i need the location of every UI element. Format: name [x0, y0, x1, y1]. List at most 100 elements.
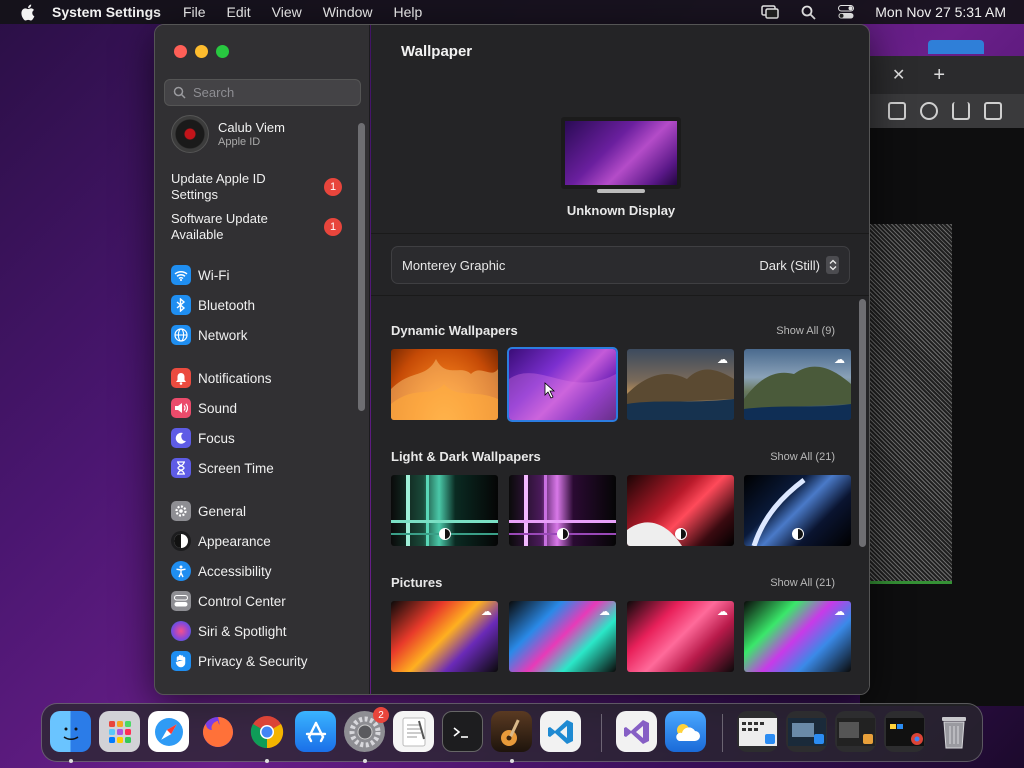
- search-input[interactable]: [193, 85, 353, 100]
- sidebar-item-appearance[interactable]: Appearance: [171, 530, 271, 552]
- dock-visual-studio-icon[interactable]: [616, 711, 657, 752]
- dock-textedit-icon[interactable]: [393, 711, 434, 752]
- dock-app-store-icon[interactable]: [295, 711, 336, 752]
- dock-system-settings-icon[interactable]: 2: [344, 707, 389, 752]
- search-icon: [173, 86, 186, 99]
- wallpaper-thumb-picture-2[interactable]: ☁: [509, 601, 616, 672]
- sidebar-item-general[interactable]: General: [171, 500, 246, 522]
- cloud-download-icon: ☁: [834, 606, 845, 618]
- sidebar-item-label: General: [198, 503, 247, 519]
- menu-clock[interactable]: Mon Nov 27 5:31 AM: [875, 4, 1006, 20]
- dock-minimized-window-1[interactable]: [737, 711, 778, 752]
- sidebar-item-wifi[interactable]: Wi-Fi: [171, 264, 229, 286]
- wallpaper-thumb-imac-blue[interactable]: [744, 475, 851, 546]
- show-all-dynamic-button[interactable]: Show All (9): [776, 325, 835, 337]
- sidebar-item-label: Bluetooth: [198, 297, 256, 313]
- window-controls: [174, 45, 229, 58]
- menu-help[interactable]: Help: [394, 4, 423, 20]
- sidebar-item-network[interactable]: Network: [171, 324, 248, 346]
- sidebar-search: [164, 79, 361, 106]
- dock-garageband-icon[interactable]: [491, 711, 532, 752]
- appearance-icon: [171, 531, 191, 551]
- siri-icon: [171, 621, 191, 641]
- dock-chrome-icon[interactable]: [246, 711, 287, 752]
- chevron-up-down-icon: [826, 256, 839, 274]
- sidebar-toggle-icon[interactable]: [984, 102, 1002, 120]
- sidebar-item-control-center[interactable]: Control Center: [171, 590, 286, 612]
- control-center-icon: [171, 591, 191, 611]
- cloud-download-icon: ☁: [599, 606, 610, 618]
- sidebar-item-screen-time[interactable]: Screen Time: [171, 457, 274, 479]
- screen-mirroring-icon[interactable]: [761, 4, 779, 20]
- speaker-icon: [171, 398, 191, 418]
- qr-code-icon[interactable]: [888, 102, 906, 120]
- apple-id-profile[interactable]: Calub Viem Apple ID: [171, 115, 285, 153]
- close-window-button[interactable]: [174, 45, 187, 58]
- menu-edit[interactable]: Edit: [227, 4, 251, 20]
- wallpaper-thumb-macbook-green[interactable]: [391, 475, 498, 546]
- notification-badge: 1: [324, 178, 342, 196]
- software-update-alert[interactable]: Software Update Available 1: [171, 211, 351, 243]
- apple-menu-icon[interactable]: [18, 3, 36, 21]
- wallpaper-pane: Wallpaper Unknown Display Monterey Graph…: [371, 25, 869, 694]
- wallpaper-thumb-ventura[interactable]: [391, 349, 498, 420]
- sidebar-item-accessibility[interactable]: Accessibility: [171, 560, 272, 582]
- notification-badge: 1: [324, 218, 342, 236]
- wallpaper-thumb-catalina-coast[interactable]: ☁: [744, 349, 851, 420]
- new-tab-icon[interactable]: +: [933, 64, 945, 87]
- desktop-folder-icon[interactable]: [928, 40, 984, 54]
- menu-app-name[interactable]: System Settings: [52, 4, 161, 20]
- dock-terminal-icon[interactable]: [442, 711, 483, 752]
- wallpaper-thumb-picture-4[interactable]: ☁: [744, 601, 851, 672]
- cloud-download-icon: ☁: [834, 354, 845, 366]
- dock-minimized-window-2[interactable]: [786, 711, 827, 752]
- display-preview: [561, 117, 681, 189]
- dock-safari-icon[interactable]: [148, 711, 189, 752]
- dock-firefox-icon[interactable]: [197, 711, 238, 752]
- menu-file[interactable]: File: [183, 4, 206, 20]
- control-center-toggle-icon[interactable]: [837, 4, 855, 20]
- sidebar-item-label: Notifications: [198, 370, 272, 386]
- sidebar-item-label: Wi-Fi: [198, 267, 230, 283]
- tab-close-icon[interactable]: ✕: [892, 65, 905, 85]
- show-all-pictures-button[interactable]: Show All (21): [770, 577, 835, 589]
- sidebar-item-siri-spotlight[interactable]: Siri & Spotlight: [171, 620, 287, 642]
- dock-finder-icon[interactable]: [50, 711, 91, 752]
- sidebar-item-privacy-security[interactable]: Privacy & Security: [171, 650, 308, 672]
- background-browser-window[interactable]: ✕ +: [860, 56, 1024, 706]
- dock-trash-icon[interactable]: [933, 711, 974, 752]
- spotlight-search-icon[interactable]: [799, 4, 817, 20]
- wallpaper-thumb-macbook-purple[interactable]: [509, 475, 616, 546]
- wallpaper-mode-popup[interactable]: Dark (Still): [759, 256, 839, 274]
- menu-view[interactable]: View: [272, 4, 302, 20]
- download-icon[interactable]: [952, 102, 970, 120]
- update-apple-id-alert[interactable]: Update Apple ID Settings 1: [171, 171, 351, 203]
- dock-launchpad-icon[interactable]: [99, 711, 140, 752]
- sidebar-item-focus[interactable]: Focus: [171, 427, 235, 449]
- dock-minimized-window-4[interactable]: [884, 711, 925, 752]
- show-all-light-dark-button[interactable]: Show All (21): [770, 451, 835, 463]
- sidebar-item-notifications[interactable]: Notifications: [171, 367, 272, 389]
- sidebar-item-label: Siri & Spotlight: [198, 623, 287, 639]
- wallpaper-thumb-imac-red[interactable]: [627, 475, 734, 546]
- wallpaper-thumb-picture-3[interactable]: ☁: [627, 601, 734, 672]
- zoom-window-button[interactable]: [216, 45, 229, 58]
- dock-weather-icon[interactable]: [665, 711, 706, 752]
- wallpaper-thumb-catalina-island[interactable]: ☁: [627, 349, 734, 420]
- sidebar-item-bluetooth[interactable]: Bluetooth: [171, 294, 255, 316]
- menu-window[interactable]: Window: [323, 4, 373, 20]
- dock-minimized-window-3[interactable]: [835, 711, 876, 752]
- extensions-icon[interactable]: [920, 102, 938, 120]
- wallpaper-thumb-monterey[interactable]: [507, 347, 618, 422]
- cloud-download-icon: ☁: [717, 606, 728, 618]
- sidebar-scrollbar[interactable]: [358, 123, 365, 411]
- dock: 2: [41, 703, 983, 763]
- wallpaper-thumb-picture-1[interactable]: ☁: [391, 601, 498, 672]
- sidebar-item-label: Screen Time: [198, 460, 274, 476]
- sidebar-item-sound[interactable]: Sound: [171, 397, 237, 419]
- light-dark-mode-icon: [438, 528, 451, 540]
- wallpaper-selector: Monterey Graphic Dark (Still): [391, 246, 850, 284]
- dock-vscode-icon[interactable]: [540, 711, 581, 752]
- minimize-window-button[interactable]: [195, 45, 208, 58]
- main-scrollbar[interactable]: [859, 299, 866, 547]
